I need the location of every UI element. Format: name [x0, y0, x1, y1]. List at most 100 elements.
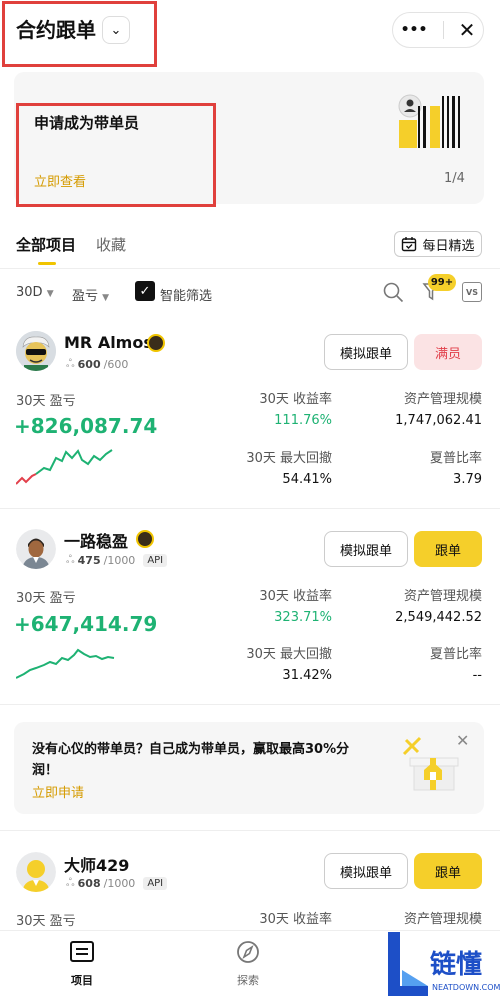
sharpe-label: 夏普比率 [429, 647, 482, 662]
caret-down-icon: ▼ [102, 293, 110, 303]
period-filter[interactable]: 30D ▼ [16, 285, 54, 300]
title-dropdown-button[interactable]: ⌄ [102, 16, 130, 44]
caret-down-icon: ▼ [46, 289, 54, 299]
search-icon[interactable] [382, 281, 404, 303]
mdd-value: 31.42% [282, 668, 332, 683]
compare-vs-button[interactable]: VS [462, 282, 482, 302]
mini-program-capsule: ••• ✕ [392, 12, 484, 48]
card-divider [0, 508, 500, 509]
aum-label: 资产管理规模 [403, 589, 482, 604]
banner-title: 申请成为带单员 [34, 114, 140, 132]
api-tag: API [143, 554, 168, 567]
check-icon: ✓ [139, 283, 151, 299]
follower-capacity: /1000 [103, 554, 136, 567]
follow-button[interactable]: 跟单 [414, 853, 482, 889]
watermark-text: 链懂 [430, 950, 483, 980]
banner-illustration-icon [398, 94, 460, 148]
people-icon: ஃ [66, 553, 75, 566]
mdd-label: 30天 最大回撤 [246, 647, 332, 662]
daily-pick-button[interactable]: 每日精选 [394, 231, 482, 257]
avatar[interactable] [16, 331, 56, 371]
nav-label: 项目 [71, 974, 93, 987]
aum-value: 2,549,442.52 [395, 610, 482, 625]
trader-level-badge-icon [136, 530, 154, 548]
aum-label: 资产管理规模 [403, 912, 482, 927]
tab-favorites[interactable]: 收藏 [96, 234, 126, 255]
card-divider [0, 704, 500, 705]
simulate-follow-button[interactable]: 模拟跟单 [324, 853, 408, 889]
pnl-value: +826,087.74 [14, 414, 158, 438]
sharpe-value: -- [472, 668, 482, 683]
compass-icon [237, 941, 259, 963]
card-divider [0, 830, 500, 831]
close-button[interactable]: ✕ [459, 18, 476, 42]
banner-pager: 1/4 [444, 171, 465, 186]
chevron-down-icon: ⌄ [110, 22, 122, 38]
list-icon [70, 941, 94, 962]
page-title: 合约跟单 [16, 18, 96, 42]
watermark-logo-icon [388, 932, 428, 996]
trader-level-badge-icon [147, 334, 165, 352]
trader-name[interactable]: 一路稳盈 [64, 528, 128, 552]
simulate-follow-button[interactable]: 模拟跟单 [324, 334, 408, 370]
more-button[interactable]: ••• [401, 22, 428, 38]
watermark-subtext: NEATDOWN.COM [432, 983, 500, 992]
avatar[interactable] [16, 852, 56, 892]
people-icon: ஃ [66, 876, 75, 889]
apply-now-link[interactable]: 立即申请 [32, 782, 84, 801]
follower-count: ஃ 608/1000 API [66, 876, 168, 891]
smart-filter-checkbox[interactable]: ✓ [135, 281, 155, 301]
pnl-label: 30天 盈亏 [16, 394, 76, 409]
follower-capacity: /600 [103, 358, 129, 371]
aum-label: 资产管理规模 [403, 392, 482, 407]
avatar-image [16, 852, 56, 892]
simulate-follow-button[interactable]: 模拟跟单 [324, 531, 408, 567]
follow-button[interactable]: 跟单 [414, 531, 482, 567]
avatar[interactable] [16, 529, 56, 569]
notification-badge: 99+ [428, 274, 456, 291]
follower-capacity: /1000 [103, 877, 136, 890]
follower-count: ஃ 475/1000 API [66, 553, 168, 568]
capsule-divider [442, 21, 444, 39]
follower-current: 475 [77, 554, 101, 567]
follower-current: 600 [77, 358, 101, 371]
mdd-value: 54.41% [282, 472, 332, 487]
pnl-value: +647,414.79 [14, 612, 158, 636]
pnl-sparkline [16, 648, 115, 679]
gift-icon [402, 736, 459, 791]
metric-value: 盈亏 [72, 289, 99, 304]
promo-close-icon[interactable]: ✕ [456, 731, 469, 750]
roi-label: 30天 收益率 [259, 589, 332, 604]
aum-value: 1,747,062.41 [395, 413, 482, 428]
sharpe-value: 3.79 [453, 472, 482, 487]
follower-current: 608 [77, 877, 101, 890]
metric-filter[interactable]: 盈亏 ▼ [72, 285, 109, 304]
period-value: 30D [16, 285, 43, 300]
avatar-image [16, 529, 56, 569]
roi-value: 323.71% [274, 610, 332, 625]
mdd-label: 30天 最大回撤 [246, 451, 332, 466]
active-tab-indicator [38, 262, 56, 265]
promo-text: 没有心仪的带单员？自己成为带单员，赢取最高30%分润！ [32, 742, 350, 778]
roi-value: 111.76% [274, 413, 332, 428]
smart-filter-label: 智能筛选 [160, 289, 213, 304]
full-status-button[interactable]: 满员 [414, 334, 482, 370]
banner-link[interactable]: 立即查看 [34, 171, 86, 190]
tab-all-projects[interactable]: 全部项目 [16, 234, 76, 255]
avatar-image [16, 331, 56, 371]
nav-label: 探索 [237, 974, 259, 987]
people-icon: ஃ [66, 357, 75, 370]
pnl-label: 30天 盈亏 [16, 591, 76, 606]
roi-label: 30天 收益率 [259, 912, 332, 927]
tabs-divider [0, 268, 500, 269]
nav-item-projects[interactable]: 项目 [52, 940, 112, 988]
daily-pick-label: 每日精选 [422, 238, 475, 254]
trader-name[interactable]: 大师429 [64, 852, 129, 876]
sharpe-label: 夏普比率 [429, 451, 482, 466]
pnl-label: 30天 盈亏 [16, 914, 76, 929]
nav-item-explore[interactable]: 探索 [218, 940, 278, 988]
api-tag: API [143, 877, 168, 890]
roi-label: 30天 收益率 [259, 392, 332, 407]
follower-count: ஃ 600/600 [66, 357, 128, 372]
pnl-sparkline [16, 449, 113, 485]
